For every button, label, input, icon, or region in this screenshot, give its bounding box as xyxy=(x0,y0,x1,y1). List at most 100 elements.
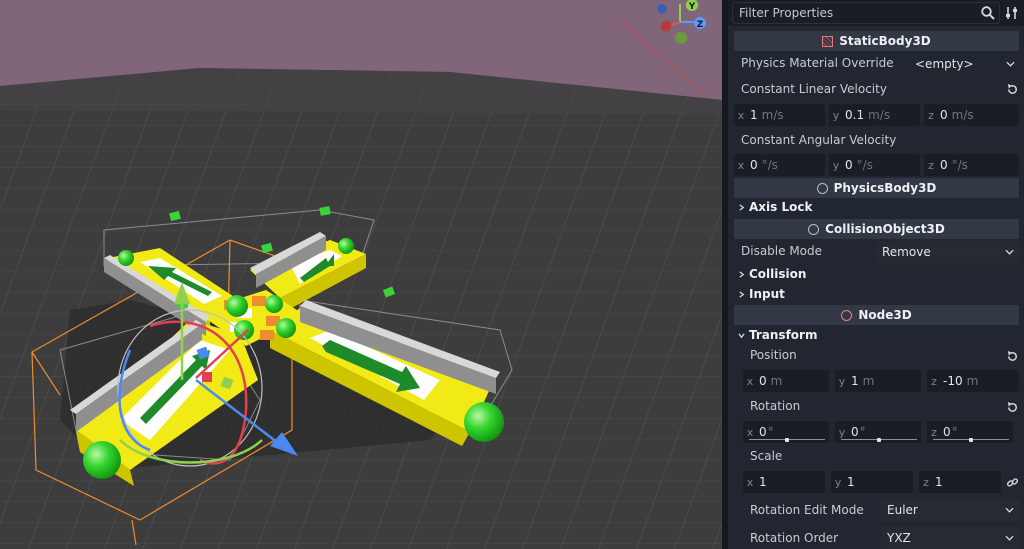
axis-y-label: y xyxy=(838,425,846,439)
physicsbody3d-icon xyxy=(816,182,828,194)
linear-velocity-y-field[interactable]: y 0.1 m/s xyxy=(829,104,920,126)
section-staticbody3d-label: StaticBody3D xyxy=(839,34,931,48)
scale-z-value: 1 xyxy=(935,475,943,489)
axis-y-label: y xyxy=(838,374,846,388)
gizmo-neg-x-icon[interactable] xyxy=(660,20,672,32)
rotation-edit-mode-label: Rotation Edit Mode xyxy=(750,503,864,517)
linear-velocity-y-value: 0.1 xyxy=(845,108,865,122)
group-collision-label: Collision xyxy=(749,267,807,281)
chevron-down-icon xyxy=(1005,249,1014,255)
angular-velocity-x-field[interactable]: x 0 °/s xyxy=(734,154,825,176)
angular-velocity-y-value: 0 xyxy=(845,158,853,172)
section-physicsbody3d-label: PhysicsBody3D xyxy=(833,181,937,195)
rotation-x-value: 0 xyxy=(759,425,767,439)
position-x-value: 0 xyxy=(759,374,767,388)
scale-x-value: 1 xyxy=(759,475,767,489)
axis-x-label: x xyxy=(746,374,754,388)
position-x-field[interactable]: x 0 m xyxy=(743,370,829,392)
position-label: Position xyxy=(750,348,797,362)
angular-velocity-y-field[interactable]: y 0 °/s xyxy=(829,154,920,176)
rotation-x-slider[interactable]: x 0 ° xyxy=(743,421,829,443)
rotation-edit-mode-dropdown[interactable]: Euler xyxy=(881,499,1020,521)
section-staticbody3d[interactable]: StaticBody3D xyxy=(734,31,1019,51)
angular-velocity-x-value: 0 xyxy=(750,158,758,172)
scale-z-field[interactable]: z 1 xyxy=(919,471,1001,493)
revert-icon[interactable] xyxy=(1006,83,1019,96)
revert-icon[interactable] xyxy=(1006,350,1019,363)
section-collisionobject3d[interactable]: CollisionObject3D xyxy=(734,219,1019,239)
inspector-panel: StaticBody3D Physics Material Override <… xyxy=(728,0,1024,549)
viewport-scene[interactable]: Y Z xyxy=(0,0,722,549)
angular-velocity-label: Constant Angular Velocity xyxy=(741,133,897,147)
linear-velocity-x-field[interactable]: x 1 m/s xyxy=(734,104,825,126)
staticbody3d-icon xyxy=(822,35,834,47)
axis-z-label: z xyxy=(923,475,929,489)
plane-handle-red[interactable] xyxy=(202,372,212,382)
3d-viewport[interactable]: Y Z xyxy=(0,0,722,549)
filter-properties-input[interactable] xyxy=(732,2,1000,24)
axis-x-label: x xyxy=(746,425,754,439)
position-y-field[interactable]: y 1 m xyxy=(835,370,921,392)
group-collision[interactable]: Collision xyxy=(738,267,806,281)
axis-z-label: z xyxy=(931,425,937,439)
group-input-label: Input xyxy=(749,287,785,301)
rotation-order-dropdown[interactable]: YXZ xyxy=(881,527,1020,549)
rotation-order-value: YXZ xyxy=(887,531,911,545)
link-icon[interactable] xyxy=(1006,476,1019,489)
disable-mode-label: Disable Mode xyxy=(741,244,823,258)
axis-z-label: z xyxy=(928,108,934,122)
section-physicsbody3d[interactable]: PhysicsBody3D xyxy=(734,178,1019,198)
angular-velocity-z-field[interactable]: z 0 °/s xyxy=(924,154,1019,176)
axis-y-label: y xyxy=(832,108,840,122)
position-z-field[interactable]: z -10 m xyxy=(927,370,1019,392)
linear-velocity-z-value: 0 xyxy=(940,108,948,122)
section-node3d[interactable]: Node3D xyxy=(734,305,1019,325)
chevron-down-icon xyxy=(738,332,745,338)
disable-mode-dropdown[interactable]: Remove xyxy=(876,241,1020,263)
chevron-down-icon xyxy=(1006,61,1015,67)
revert-icon[interactable] xyxy=(1006,401,1019,414)
chevron-right-icon xyxy=(739,290,745,298)
group-axis-lock-label: Axis Lock xyxy=(749,200,813,214)
slider-knob[interactable] xyxy=(877,438,881,442)
physics-material-label: Physics Material Override xyxy=(741,56,894,70)
gizmo-neg-z-icon[interactable] xyxy=(657,4,667,14)
group-input[interactable]: Input xyxy=(738,287,785,301)
node3d-icon xyxy=(841,309,853,321)
gizmo-y-label: Y xyxy=(688,2,696,12)
axis-x-label: x xyxy=(737,158,745,172)
chevron-right-icon xyxy=(739,270,745,278)
tune-icon[interactable] xyxy=(1004,5,1020,21)
chevron-right-icon xyxy=(739,203,745,211)
position-y-unit: m xyxy=(862,374,875,388)
axis-y-label: y xyxy=(832,158,840,172)
axis-z-label: z xyxy=(928,158,934,172)
section-collisionobject3d-label: CollisionObject3D xyxy=(825,222,945,236)
group-transform-label: Transform xyxy=(749,328,818,342)
rotation-y-value: 0 xyxy=(851,425,859,439)
angular-velocity-x-unit: °/s xyxy=(761,158,778,172)
rotation-z-slider[interactable]: z 0 ° xyxy=(927,421,1013,443)
chevron-down-icon xyxy=(1005,507,1014,513)
linear-velocity-x-value: 1 xyxy=(750,108,758,122)
rotation-x-unit: ° xyxy=(767,425,774,439)
slider-knob[interactable] xyxy=(785,438,789,442)
position-y-value: 1 xyxy=(851,374,859,388)
rotation-y-slider[interactable]: y 0 ° xyxy=(835,421,921,443)
linear-velocity-z-field[interactable]: z 0 m/s xyxy=(924,104,1019,126)
gizmo-z-label: Z xyxy=(697,20,704,30)
rotation-y-unit: ° xyxy=(859,425,866,439)
angular-velocity-z-unit: °/s xyxy=(951,158,968,172)
disable-mode-value: Remove xyxy=(882,245,931,259)
filter-row xyxy=(728,0,1024,26)
slider-knob[interactable] xyxy=(969,438,973,442)
chevron-down-icon xyxy=(1005,535,1014,541)
group-transform[interactable]: Transform xyxy=(738,328,817,342)
physics-material-value: <empty> xyxy=(915,57,974,71)
group-axis-lock[interactable]: Axis Lock xyxy=(738,200,812,214)
scale-x-field[interactable]: x 1 xyxy=(743,471,825,493)
gizmo-neg-y-icon[interactable] xyxy=(675,32,687,44)
physics-material-dropdown[interactable]: <empty> xyxy=(908,53,1021,75)
scale-y-field[interactable]: y 1 xyxy=(831,471,913,493)
rotation-z-unit: ° xyxy=(951,425,958,439)
